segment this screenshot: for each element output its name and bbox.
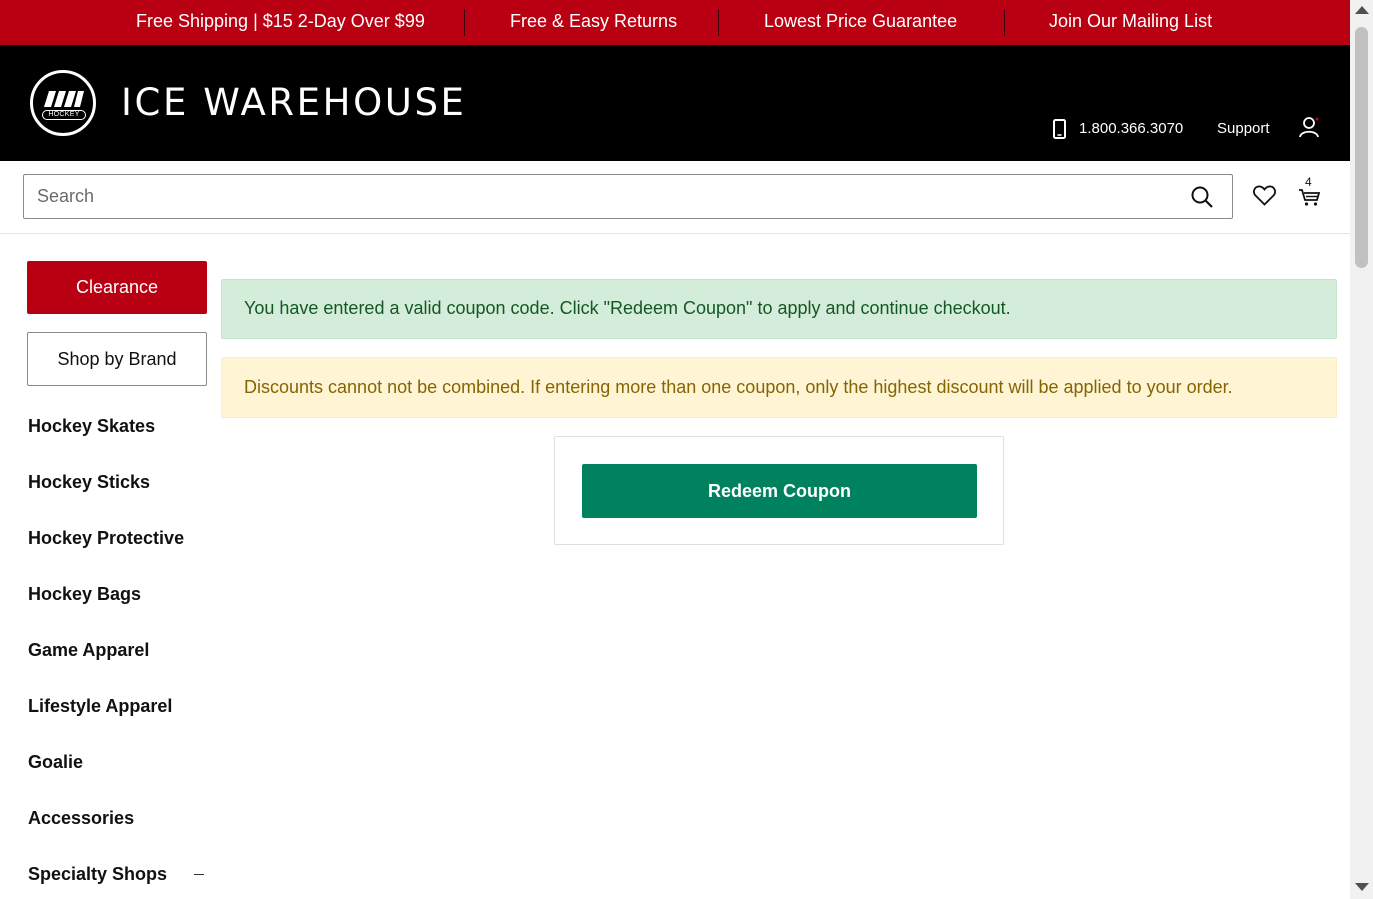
logo-mark-icon [44, 91, 84, 107]
sidebar-item-accessories[interactable]: Accessories [28, 808, 134, 829]
sidebar-item-goalie[interactable]: Goalie [28, 752, 83, 773]
success-alert: You have entered a valid coupon code. Cl… [221, 279, 1337, 339]
warning-alert: Discounts cannot not be combined. If ent… [221, 357, 1337, 418]
collapse-dash-icon[interactable] [194, 874, 204, 875]
brand-name[interactable]: ICE WAREHOUSE [121, 81, 467, 124]
support-link[interactable]: Support [1217, 120, 1270, 137]
phone-number[interactable]: 1.800.366.3070 [1079, 120, 1183, 137]
search-box [23, 174, 1233, 219]
promo-divider [464, 9, 465, 36]
search-icon[interactable] [1190, 185, 1214, 209]
promo-divider [1004, 9, 1005, 36]
redeem-card: Redeem Coupon [554, 436, 1004, 545]
redeem-coupon-button[interactable]: Redeem Coupon [582, 464, 977, 518]
sidebar-item-hockey-bags[interactable]: Hockey Bags [28, 584, 141, 605]
sidebar-item-specialty-shops[interactable]: Specialty Shops [28, 864, 167, 885]
site-header: HOCKEY ICE WAREHOUSE 1.800.366.3070 Supp… [0, 45, 1350, 161]
logo-subtext: HOCKEY [42, 110, 86, 120]
sidebar-item-hockey-sticks[interactable]: Hockey Sticks [28, 472, 150, 493]
heart-icon[interactable] [1253, 185, 1276, 206]
search-input[interactable] [24, 175, 1174, 218]
scrollbar[interactable] [1350, 0, 1373, 899]
cart-icon[interactable] [1298, 185, 1321, 207]
promo-bar: Free Shipping | $15 2-Day Over $99 Free … [0, 0, 1350, 45]
promo-returns[interactable]: Free & Easy Returns [510, 11, 677, 32]
scroll-up-arrow-icon[interactable] [1355, 6, 1369, 14]
user-icon[interactable] [1298, 116, 1320, 138]
clearance-button[interactable]: Clearance [27, 261, 207, 314]
promo-shipping[interactable]: Free Shipping | $15 2-Day Over $99 [136, 11, 425, 32]
promo-divider [718, 9, 719, 36]
search-bar-row [0, 161, 1350, 234]
site-logo[interactable]: HOCKEY [30, 70, 96, 136]
sidebar-item-hockey-protective[interactable]: Hockey Protective [28, 528, 184, 549]
sidebar-item-hockey-skates[interactable]: Hockey Skates [28, 416, 155, 437]
scroll-thumb[interactable] [1355, 27, 1368, 268]
sidebar-item-game-apparel[interactable]: Game Apparel [28, 640, 149, 661]
scroll-down-arrow-icon[interactable] [1355, 883, 1369, 891]
sidebar-item-lifestyle-apparel[interactable]: Lifestyle Apparel [28, 696, 172, 717]
promo-price-guarantee[interactable]: Lowest Price Guarantee [764, 11, 957, 32]
shop-by-brand-button[interactable]: Shop by Brand [27, 332, 207, 386]
phone-icon [1053, 119, 1066, 139]
promo-mailing-list[interactable]: Join Our Mailing List [1049, 11, 1212, 32]
